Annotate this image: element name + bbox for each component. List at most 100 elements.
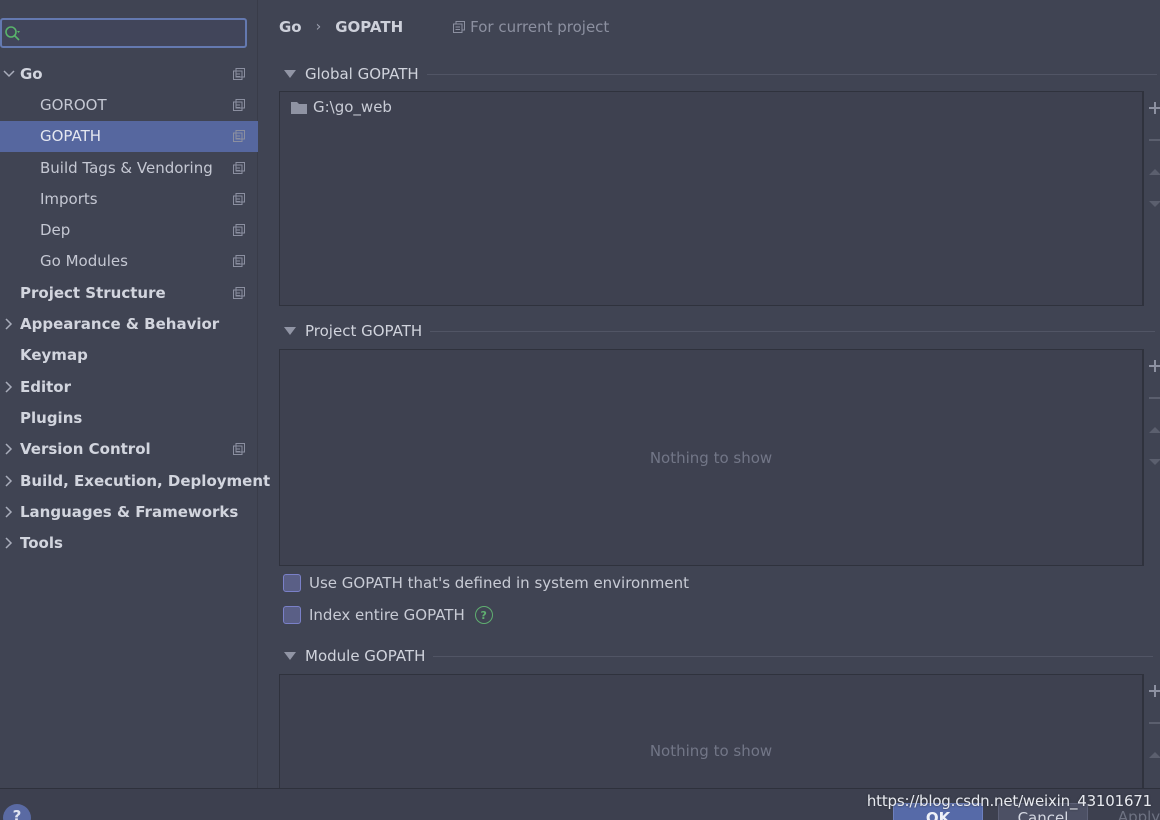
list-item[interactable]: G:\go_web bbox=[290, 98, 392, 116]
project-scope-icon bbox=[233, 161, 245, 174]
breadcrumb-separator-icon: › bbox=[315, 19, 322, 35]
settings-search-input[interactable] bbox=[26, 22, 241, 44]
sidebar-item-appearance-behavior[interactable]: Appearance & Behavior bbox=[0, 308, 258, 339]
index-entire-gopath-checkbox-row[interactable]: Index entire GOPATH ? bbox=[283, 605, 493, 625]
settings-search-box[interactable] bbox=[0, 18, 247, 48]
project-scope-icon bbox=[233, 286, 245, 299]
section-divider bbox=[430, 330, 1156, 332]
add-icon[interactable] bbox=[1148, 684, 1160, 698]
remove-icon[interactable] bbox=[1148, 391, 1160, 405]
scope-indicator: For current project bbox=[453, 18, 609, 36]
sidebar-item-label: Languages & Frameworks bbox=[20, 502, 239, 521]
move-up-icon[interactable] bbox=[1148, 165, 1160, 179]
sidebar-item-label: GOPATH bbox=[40, 127, 102, 146]
sidebar-item-dep[interactable]: Dep bbox=[0, 214, 258, 245]
module-gopath-title: Module GOPATH bbox=[305, 647, 426, 665]
sidebar-item-build-tags-vendoring[interactable]: Build Tags & Vendoring bbox=[0, 152, 258, 183]
empty-list-message: Nothing to show bbox=[649, 742, 773, 760]
global-gopath-path: G:\go_web bbox=[313, 98, 392, 116]
project-scope-icon bbox=[233, 224, 245, 237]
project-scope-icon bbox=[233, 443, 245, 456]
help-button[interactable]: ? bbox=[3, 804, 31, 820]
scope-label: For current project bbox=[470, 18, 610, 36]
empty-list-message: Nothing to show bbox=[649, 448, 773, 467]
sidebar-item-imports[interactable]: Imports bbox=[0, 183, 258, 214]
project-scope-icon bbox=[233, 67, 245, 80]
sidebar-item-version-control[interactable]: Version Control bbox=[0, 434, 258, 465]
chevron-right-icon[interactable] bbox=[2, 536, 16, 550]
chevron-right-icon[interactable] bbox=[2, 442, 16, 456]
remove-icon[interactable] bbox=[1148, 133, 1160, 147]
breadcrumb-parent[interactable]: Go bbox=[279, 18, 302, 36]
settings-tree: Go GOROOT GOPATH Build Tags & Vendoring Impo… bbox=[0, 58, 270, 559]
sidebar-item-plugins[interactable]: Plugins bbox=[0, 402, 258, 433]
search-icon bbox=[5, 26, 20, 41]
sidebar-item-go-modules[interactable]: Go Modules bbox=[0, 246, 258, 277]
sidebar-item-label: Go Modules bbox=[40, 252, 128, 271]
module-gopath-toolbar bbox=[1143, 674, 1160, 788]
sidebar-item-label: Dep bbox=[40, 221, 71, 240]
project-scope-icon bbox=[233, 98, 245, 111]
add-icon[interactable] bbox=[1148, 101, 1160, 115]
chevron-down-icon[interactable] bbox=[2, 67, 16, 81]
remove-icon[interactable] bbox=[1148, 716, 1160, 730]
global-gopath-header[interactable]: Global GOPATH bbox=[284, 64, 1157, 84]
chevron-right-icon[interactable] bbox=[2, 380, 16, 394]
index-entire-gopath-label: Index entire GOPATH bbox=[309, 606, 465, 624]
sidebar-item-keymap[interactable]: Keymap bbox=[0, 340, 258, 371]
sidebar-item-build-execution-deployment[interactable]: Build, Execution, Deployment bbox=[0, 465, 270, 496]
move-down-icon[interactable] bbox=[1148, 197, 1160, 211]
module-gopath-header[interactable]: Module GOPATH bbox=[284, 646, 1154, 666]
sidebar-item-project-structure[interactable]: Project Structure bbox=[0, 277, 258, 308]
project-scope-icon bbox=[233, 192, 245, 205]
sidebar-item-label: Build Tags & Vendoring bbox=[40, 158, 213, 177]
sidebar-item-label: Tools bbox=[20, 534, 63, 553]
help-icon[interactable]: ? bbox=[474, 606, 493, 624]
sidebar-item-label: Project Structure bbox=[20, 283, 166, 302]
sidebar-item-editor[interactable]: Editor bbox=[0, 371, 258, 402]
sidebar-item-gopath[interactable]: GOPATH bbox=[0, 120, 258, 152]
project-gopath-title: Project GOPATH bbox=[305, 322, 423, 340]
sidebar-item-label: Appearance & Behavior bbox=[20, 315, 220, 334]
index-entire-gopath-checkbox[interactable] bbox=[283, 606, 301, 624]
sidebar-item-goroot[interactable]: GOROOT bbox=[0, 89, 258, 120]
section-divider bbox=[433, 655, 1154, 657]
collapse-triangle-icon bbox=[284, 327, 296, 335]
global-gopath-toolbar bbox=[1143, 91, 1160, 306]
sidebar-item-tools[interactable]: Tools bbox=[0, 527, 258, 558]
use-env-gopath-label: Use GOPATH that's defined in system envi… bbox=[309, 574, 689, 592]
breadcrumb-current: GOPATH bbox=[335, 18, 404, 36]
project-gopath-header[interactable]: Project GOPATH bbox=[284, 321, 1156, 341]
sidebar-item-label: Plugins bbox=[20, 408, 83, 427]
move-up-icon[interactable] bbox=[1148, 423, 1160, 437]
sidebar-item-label: Imports bbox=[40, 189, 98, 208]
collapse-triangle-icon bbox=[284, 652, 296, 660]
settings-sidebar: Go GOROOT GOPATH Build Tags & Vendoring Impo… bbox=[0, 0, 270, 788]
chevron-right-icon[interactable] bbox=[2, 474, 16, 488]
sidebar-item-label: Go bbox=[20, 64, 43, 83]
dialog-footer: ? OK Cancel Apply https://blog.csdn.net/… bbox=[0, 788, 1160, 820]
collapse-triangle-icon bbox=[284, 70, 296, 78]
sidebar-item-go[interactable]: Go bbox=[0, 58, 258, 89]
move-down-icon[interactable] bbox=[1148, 455, 1160, 469]
folder-icon bbox=[291, 101, 307, 114]
project-gopath-list[interactable]: Nothing to show bbox=[279, 349, 1143, 566]
use-env-gopath-checkbox-row[interactable]: Use GOPATH that's defined in system envi… bbox=[283, 573, 689, 593]
project-gopath-toolbar bbox=[1143, 349, 1160, 566]
sidebar-item-languages-frameworks[interactable]: Languages & Frameworks bbox=[0, 496, 258, 527]
chevron-right-icon[interactable] bbox=[2, 317, 16, 331]
move-up-icon[interactable] bbox=[1148, 748, 1160, 762]
sidebar-item-label: Keymap bbox=[20, 346, 88, 365]
sidebar-item-label: Build, Execution, Deployment bbox=[20, 471, 271, 490]
add-icon[interactable] bbox=[1148, 359, 1160, 373]
chevron-right-icon[interactable] bbox=[2, 505, 16, 519]
module-gopath-list[interactable]: Nothing to show bbox=[279, 674, 1143, 788]
watermark-text: https://blog.csdn.net/weixin_43101671 bbox=[866, 792, 1152, 810]
sidebar-item-label: Editor bbox=[20, 377, 71, 396]
sidebar-item-label: Version Control bbox=[20, 440, 151, 459]
use-env-gopath-checkbox[interactable] bbox=[283, 574, 301, 592]
project-scope-icon bbox=[233, 255, 245, 268]
project-scope-icon bbox=[233, 130, 245, 143]
global-gopath-title: Global GOPATH bbox=[305, 65, 419, 83]
global-gopath-list[interactable]: G:\go_web bbox=[279, 91, 1143, 306]
